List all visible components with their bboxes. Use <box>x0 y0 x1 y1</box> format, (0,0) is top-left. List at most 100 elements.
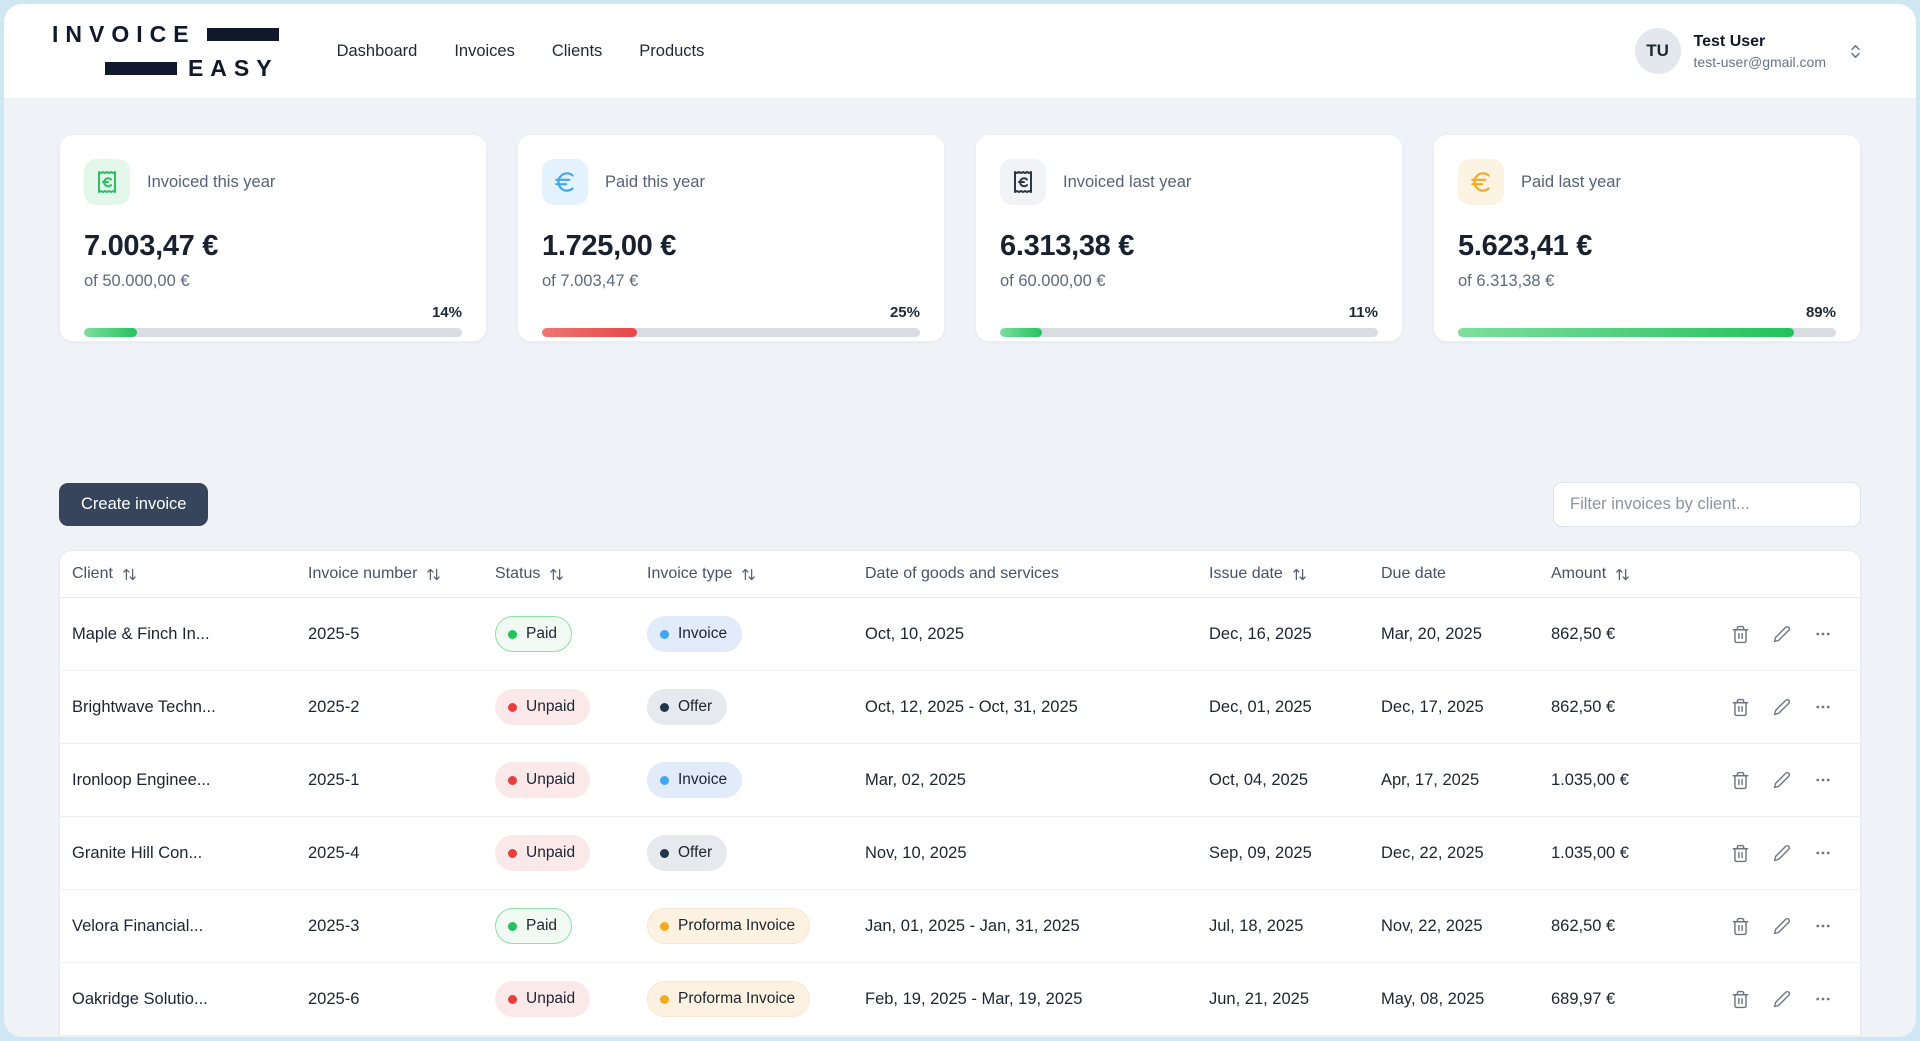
arrow-up-down-icon <box>549 567 564 582</box>
cell-client: Oakridge Solutio... <box>60 990 296 1009</box>
stat-amount: 7.003,47 € <box>84 230 462 263</box>
user-name: Test User <box>1694 33 1826 51</box>
table-body: Maple & Finch In...2025-5PaidInvoiceOct,… <box>60 598 1860 1036</box>
table-row: Maple & Finch In...2025-5PaidInvoiceOct,… <box>60 598 1860 671</box>
table-row: Brightwave Techn...2025-2UnpaidOfferOct,… <box>60 671 1860 744</box>
nav-link-products[interactable]: Products <box>639 42 704 61</box>
cell-issue-date: Oct, 04, 2025 <box>1197 771 1369 790</box>
edit-button[interactable] <box>1773 698 1791 716</box>
ellipsis-icon <box>1814 990 1832 1008</box>
cell-goods-date: Feb, 19, 2025 - Mar, 19, 2025 <box>853 990 1197 1009</box>
stat-of: of 60.000,00 € <box>1000 272 1378 291</box>
trash-icon <box>1731 625 1750 644</box>
euro-icon <box>542 159 588 205</box>
pencil-icon <box>1773 917 1791 935</box>
row-actions <box>1727 844 1860 863</box>
status-dot-icon <box>660 849 669 858</box>
invoice-type-badge: Proforma Invoice <box>647 908 810 944</box>
delete-button[interactable] <box>1731 990 1750 1009</box>
table-row: Granite Hill Con...2025-4UnpaidOfferNov,… <box>60 817 1860 890</box>
more-button[interactable] <box>1814 625 1832 643</box>
column-header-issue-date[interactable]: Issue date <box>1197 565 1369 583</box>
arrow-up-down-icon <box>1615 567 1630 582</box>
column-header-client[interactable]: Client <box>60 565 296 583</box>
nav-link-dashboard[interactable]: Dashboard <box>337 42 418 61</box>
column-label: Date of goods and services <box>865 565 1059 583</box>
cell-goods-date: Oct, 10, 2025 <box>853 625 1197 644</box>
logo-bar-bottom <box>105 62 177 75</box>
invoice-type-badge: Invoice <box>647 616 742 652</box>
ellipsis-icon <box>1814 625 1832 643</box>
stat-card-invoiced-this-year: Invoiced this year 7.003,47 € of 50.000,… <box>59 134 487 342</box>
table-header-row: Client Invoice numberStatusInvoice type Da… <box>60 551 1860 598</box>
progress-fill <box>1458 328 1794 337</box>
stat-card-invoiced-last-year: Invoiced last year 6.313,38 € of 60.000,… <box>975 134 1403 342</box>
edit-button[interactable] <box>1773 917 1791 935</box>
stat-card-paid-this-year: Paid this year 1.725,00 € of 7.003,47 € … <box>517 134 945 342</box>
more-button[interactable] <box>1814 917 1832 935</box>
delete-button[interactable] <box>1731 625 1750 644</box>
invoice-type-badge: Proforma Invoice <box>647 981 810 1017</box>
main-nav: Dashboard Invoices Clients Products <box>337 42 705 61</box>
logo-text-line1: INVOICE <box>52 21 196 48</box>
status-dot-icon <box>508 776 517 785</box>
stat-title: Invoiced last year <box>1063 173 1191 192</box>
cell-issue-date: Sep, 09, 2025 <box>1197 844 1369 863</box>
edit-button[interactable] <box>1773 990 1791 1008</box>
status-dot-icon <box>508 703 517 712</box>
cell-amount: 1.035,00 € <box>1539 844 1727 863</box>
cell-due-date: May, 08, 2025 <box>1369 990 1539 1009</box>
user-menu[interactable]: TU Test User test-user@gmail.com <box>1635 28 1864 74</box>
nav-link-clients[interactable]: Clients <box>552 42 602 61</box>
more-button[interactable] <box>1814 990 1832 1008</box>
nav-link-invoices[interactable]: Invoices <box>454 42 515 61</box>
status-badge: Unpaid <box>495 835 590 871</box>
stat-title: Paid last year <box>1521 173 1621 192</box>
column-header-invoice-number[interactable]: Invoice number <box>296 565 483 583</box>
delete-button[interactable] <box>1731 771 1750 790</box>
table-row: Ironloop Enginee...2025-1UnpaidInvoiceMa… <box>60 744 1860 817</box>
status-badge: Paid <box>495 616 572 652</box>
stat-title: Invoiced this year <box>147 173 275 192</box>
delete-button[interactable] <box>1731 917 1750 936</box>
edit-button[interactable] <box>1773 771 1791 789</box>
euro-icon <box>1458 159 1504 205</box>
cell-client: Brightwave Techn... <box>60 698 296 717</box>
cell-client: Granite Hill Con... <box>60 844 296 863</box>
create-invoice-button[interactable]: Create invoice <box>59 483 208 526</box>
column-label: Client <box>72 565 113 583</box>
more-button[interactable] <box>1814 771 1832 789</box>
stat-percent: 25% <box>542 304 920 321</box>
row-actions <box>1727 917 1860 936</box>
filter-invoices-input[interactable] <box>1553 482 1861 527</box>
edit-button[interactable] <box>1773 625 1791 643</box>
delete-button[interactable] <box>1731 844 1750 863</box>
stat-amount: 5.623,41 € <box>1458 230 1836 263</box>
user-email: test-user@gmail.com <box>1694 54 1826 70</box>
column-header-invoice-type[interactable]: Invoice type <box>635 565 853 583</box>
invoice-type-badge: Offer <box>647 835 727 871</box>
column-header-amount[interactable]: Amount <box>1539 565 1727 583</box>
edit-button[interactable] <box>1773 844 1791 862</box>
progress-bar <box>1000 328 1378 337</box>
cell-due-date: Dec, 22, 2025 <box>1369 844 1539 863</box>
cell-invoice-number: 2025-1 <box>296 771 483 790</box>
stat-card-paid-last-year: Paid last year 5.623,41 € of 6.313,38 € … <box>1433 134 1861 342</box>
column-header-status[interactable]: Status <box>483 565 635 583</box>
column-label: Due date <box>1381 565 1446 583</box>
column-header-due-date: Due date <box>1369 565 1539 583</box>
cell-goods-date: Jan, 01, 2025 - Jan, 31, 2025 <box>853 917 1197 936</box>
progress-bar <box>1458 328 1836 337</box>
more-button[interactable] <box>1814 844 1832 862</box>
pencil-icon <box>1773 698 1791 716</box>
delete-button[interactable] <box>1731 698 1750 717</box>
top-bar: INVOICE EASY DashboardInvoicesClientsPro… <box>4 4 1916 99</box>
stat-percent: 11% <box>1000 304 1378 321</box>
cell-due-date: Nov, 22, 2025 <box>1369 917 1539 936</box>
invoice-toolbar: Create invoice <box>59 482 1861 527</box>
cell-due-date: Apr, 17, 2025 <box>1369 771 1539 790</box>
row-actions <box>1727 990 1860 1009</box>
cell-invoice-number: 2025-6 <box>296 990 483 1009</box>
more-button[interactable] <box>1814 698 1832 716</box>
stat-percent: 14% <box>84 304 462 321</box>
